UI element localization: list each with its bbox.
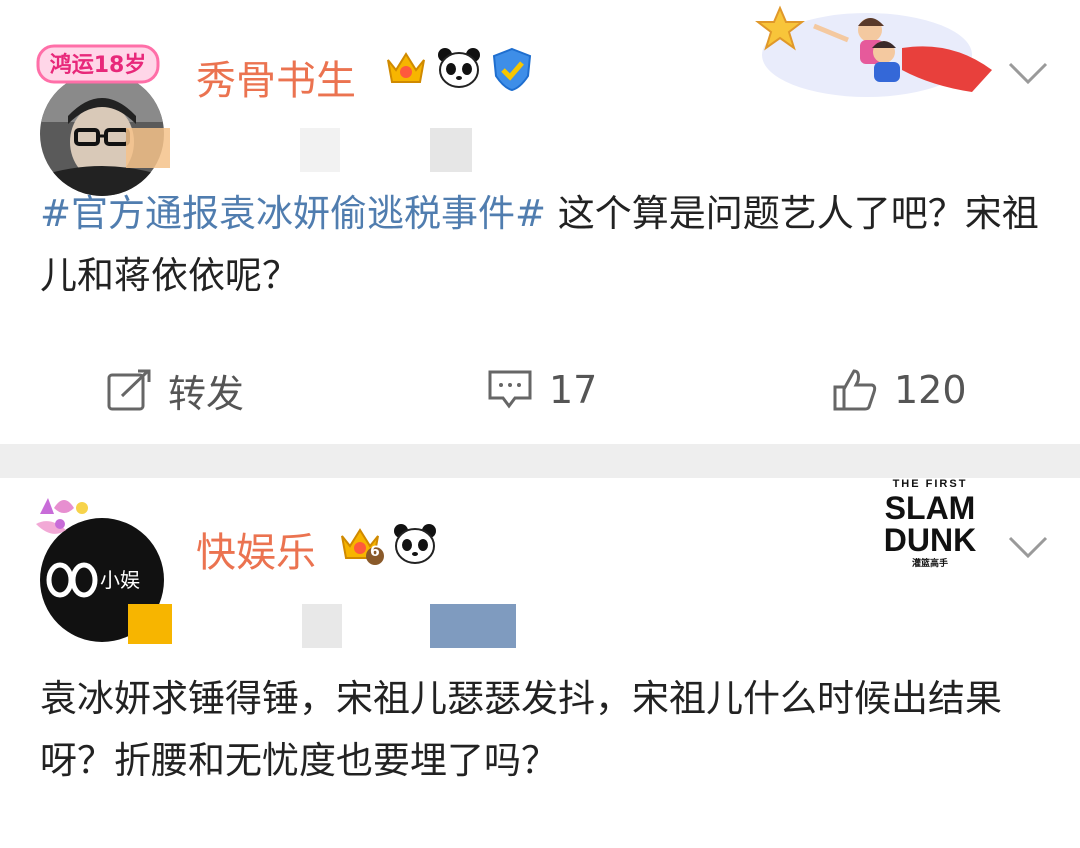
- panda-icon[interactable]: [392, 522, 438, 570]
- avatar-frame-decoration: [30, 494, 100, 556]
- header-art-slam-dunk: THE FIRST SLAM DUNK 灌篮高手: [880, 478, 980, 578]
- art-line-4: 灌篮高手: [911, 558, 948, 568]
- post-meta-redacted: [430, 604, 516, 648]
- like-count: 120: [894, 368, 967, 412]
- post-text: 袁冰妍求锤得锤，宋祖儿瑟瑟发抖，宋祖儿什么时候出结果呀？折腰和无忧度也要埋了吗？: [40, 677, 1002, 782]
- weibo-post-2: 小娱 快娱乐 6 THE FIRST SLAM DUNK 灌篮高手 袁冰妍求锤得…: [0, 478, 1080, 848]
- username[interactable]: 秀骨书生: [196, 48, 356, 106]
- thumbs-up-icon: [833, 369, 877, 411]
- topic-link[interactable]: #官方通报袁冰妍偷逃税事件#: [40, 192, 546, 235]
- art-line-3: DUNK: [883, 522, 977, 558]
- chevron-down-icon[interactable]: [1006, 532, 1050, 562]
- username[interactable]: 快娱乐: [196, 520, 316, 578]
- crown-level-icon[interactable]: [382, 46, 430, 94]
- comment-button[interactable]: 17: [487, 363, 597, 417]
- crown-level-number: 6: [370, 544, 380, 560]
- repost-label: 转发: [168, 371, 245, 416]
- panda-icon[interactable]: [436, 46, 482, 94]
- chevron-down-icon[interactable]: [1006, 58, 1050, 88]
- comment-count: 17: [549, 368, 598, 412]
- avatar-badge-text: 鸿运18岁: [49, 53, 147, 78]
- avatar-text: 小娱: [100, 568, 140, 592]
- avatar-status-block: [126, 128, 170, 168]
- art-line-2: SLAM: [884, 490, 976, 526]
- post-meta-redacted: [302, 604, 342, 648]
- weibo-post-1: 鸿运18岁 秀骨书生 #官方通报袁冰妍偷逃税事件# 这个算是问题艺人了吧？宋祖儿…: [0, 0, 1080, 444]
- header-illustration: [752, 0, 1002, 110]
- post-separator: [0, 444, 1080, 478]
- comment-icon: [488, 370, 532, 409]
- post-meta-redacted: [300, 128, 340, 172]
- post-meta-redacted: [430, 128, 472, 172]
- art-line-1: THE FIRST: [892, 478, 968, 490]
- avatar-frame-decoration: 鸿运18岁: [34, 40, 162, 88]
- post-content: #官方通报袁冰妍偷逃税事件# 这个算是问题艺人了吧？宋祖儿和蒋依依呢？: [40, 183, 1040, 307]
- like-button[interactable]: 120: [832, 363, 967, 417]
- verified-shield-icon[interactable]: [490, 46, 534, 96]
- post-actions-bar: 转发 17 120: [0, 345, 1080, 435]
- repost-icon: [107, 369, 151, 411]
- crown-level-icon[interactable]: 6: [336, 522, 386, 572]
- repost-button[interactable]: 转发: [106, 363, 244, 417]
- avatar-status-block: [128, 604, 172, 644]
